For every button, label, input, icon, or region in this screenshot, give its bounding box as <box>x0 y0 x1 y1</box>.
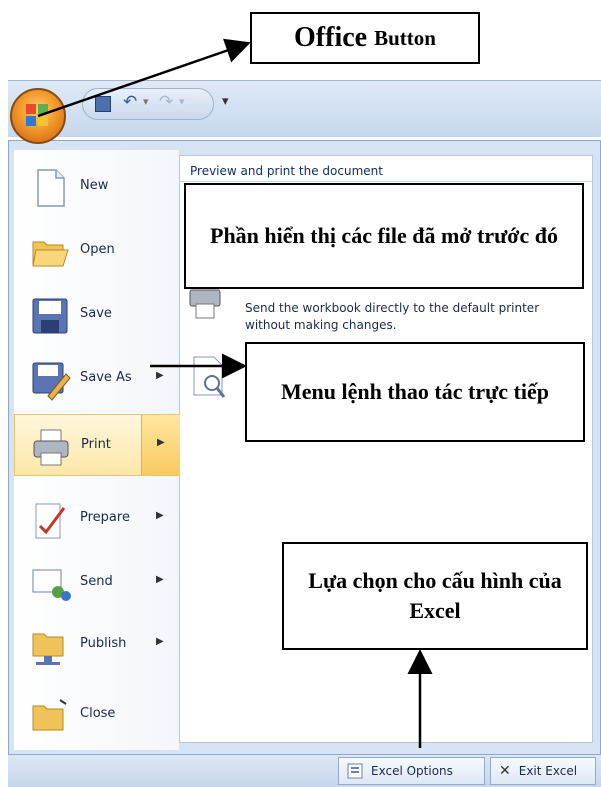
send-arrow-icon: ▶ <box>156 574 164 585</box>
recent-files-callout: Phần hiển thị các file đã mở trước đó <box>184 183 584 289</box>
excel-options-button[interactable]: Excel Options <box>338 757 485 785</box>
print-preview-icon <box>193 356 226 398</box>
exit-excel-label: Exit Excel <box>518 764 578 778</box>
qat-undo-dropdown-icon[interactable]: ▾ <box>143 95 149 108</box>
menu-label-send: Send <box>80 574 113 589</box>
menu-label-new: New <box>80 178 109 193</box>
quick-print-description: Send the workbook directly to the defaul… <box>245 301 540 332</box>
menu-label-close: Close <box>80 706 116 721</box>
close-folder-icon <box>32 699 67 731</box>
exit-icon: ✕ <box>499 763 511 779</box>
menu-label-publish: Publish <box>80 636 127 651</box>
office-logo-icon <box>26 104 50 128</box>
menu-item-prepare[interactable]: Prepare ▶ <box>14 488 179 550</box>
menu-item-save[interactable]: Save <box>14 284 179 346</box>
printer-icon <box>33 429 69 466</box>
excel-options-label: Excel Options <box>371 764 453 778</box>
menu-label-prepare: Prepare <box>80 510 130 525</box>
menu-item-new[interactable]: New <box>14 156 179 218</box>
publish-icon <box>32 633 64 665</box>
excel-options-icon <box>347 763 363 779</box>
publish-arrow-icon: ▶ <box>156 636 164 647</box>
office-button-callout: Office Button <box>250 12 480 64</box>
quick-print-icon <box>189 289 221 319</box>
qat-save-icon[interactable] <box>95 96 111 112</box>
qat-redo-dropdown-icon[interactable]: ▾ <box>179 95 185 108</box>
prepare-icon <box>35 503 66 539</box>
office-callout-suffix: Button <box>374 25 436 50</box>
menu-item-close[interactable]: Close <box>14 684 179 746</box>
exit-excel-button[interactable]: ✕ Exit Excel <box>490 757 596 785</box>
menu-label-save: Save <box>80 306 112 321</box>
excel-options-callout: Lựa chọn cho cấu hình của Excel <box>282 542 588 650</box>
menu-label-open: Open <box>80 242 115 257</box>
menu-item-send[interactable]: Send ▶ <box>14 552 179 614</box>
menu-label-print: Print <box>81 437 111 452</box>
menu-label-save-as: Save As <box>80 370 132 385</box>
new-document-icon <box>37 169 65 207</box>
office-callout-main: Office <box>294 22 368 54</box>
qat-undo-icon[interactable]: ↶ <box>123 92 137 112</box>
open-folder-icon <box>32 241 69 267</box>
save-disk-icon <box>32 298 68 334</box>
menu-item-open[interactable]: Open <box>14 220 179 282</box>
prepare-arrow-icon: ▶ <box>156 510 164 521</box>
qat-customize-icon[interactable]: ▾ <box>222 94 229 109</box>
save-as-icon <box>32 362 71 401</box>
direct-menu-callout: Menu lệnh thao tác trực tiếp <box>245 342 585 442</box>
menu-item-publish[interactable]: Publish ▶ <box>14 614 179 676</box>
menu-item-print[interactable]: Print ▶ <box>14 414 180 476</box>
send-icon <box>32 569 71 601</box>
qat-redo-icon[interactable]: ↷ <box>159 92 173 112</box>
pane-header: Preview and print the document <box>180 160 592 182</box>
save-as-arrow-icon: ▶ <box>156 370 164 381</box>
quick-access-toolbar: ↶ ▾ ↷ ▾ <box>82 88 214 120</box>
print-arrow-icon: ▶ <box>157 437 165 448</box>
menu-item-save-as[interactable]: Save As ▶ <box>14 348 179 410</box>
